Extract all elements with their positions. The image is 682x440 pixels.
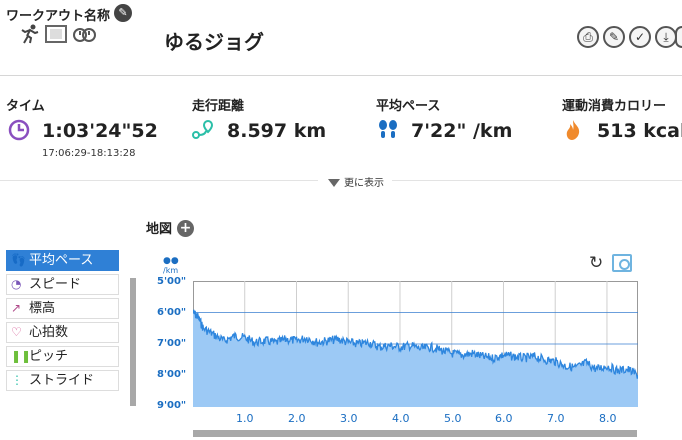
speedometer-icon: ◔: [11, 277, 22, 291]
video-icon: [45, 24, 67, 48]
x-tick-label: 3.0: [340, 412, 358, 425]
stopwatch-icon: [72, 24, 96, 48]
metric-pitch[interactable]: ❚❚ピッチ: [6, 346, 119, 367]
more-divider-left: [0, 180, 318, 181]
x-tick-label: 4.0: [392, 412, 410, 425]
metric-pace[interactable]: 👣 平均ペース: [6, 250, 119, 271]
metric-heart-rate[interactable]: ♡ 心拍数: [6, 322, 119, 343]
reset-zoom-icon[interactable]: ↻: [589, 253, 603, 273]
running-icon: [18, 24, 40, 48]
triangle-down-icon: [328, 179, 340, 187]
pace-value: 7'22" /km: [411, 120, 513, 142]
map-label: 地図: [146, 222, 173, 237]
distance-value: 8.597 km: [227, 120, 327, 142]
metric-stride[interactable]: ⋮ ストライド: [6, 370, 119, 391]
footsteps-icon: 👣: [11, 253, 26, 267]
metric-speed[interactable]: ◔ スピード: [6, 274, 119, 295]
header-divider: [0, 75, 682, 76]
flame-icon: [563, 119, 583, 145]
x-tick-label: 6.0: [495, 412, 513, 425]
workout-name-label: ワークアウト名称: [6, 9, 111, 24]
time-range: 17:06:29-18:13:28: [42, 148, 136, 159]
x-tick-label: 2.0: [288, 412, 306, 425]
check-icon[interactable]: ✓: [629, 26, 651, 48]
y-tick-label: 6'00": [157, 307, 187, 318]
distance-label: 走行距離: [192, 99, 245, 114]
heart-icon: ♡: [11, 325, 22, 339]
time-value: 1:03'24"52: [42, 120, 158, 142]
route-pin-icon: [191, 119, 215, 145]
x-tick-label: 8.0: [599, 412, 617, 425]
more-actions-icon[interactable]: [675, 26, 682, 48]
x-tick-label: 1.0: [236, 412, 254, 425]
footsteps-icon: ●●: [163, 256, 179, 266]
edit-name-pencil-icon[interactable]: ✎: [114, 4, 132, 22]
pace-chart[interactable]: [193, 281, 638, 407]
y-tick-label: 9'00": [157, 400, 187, 411]
x-tick-label: 7.0: [547, 412, 565, 425]
chart-horizontal-scrollbar[interactable]: [193, 430, 637, 437]
print-icon[interactable]: ⎙: [577, 26, 599, 48]
y-unit: ●●/km: [163, 256, 179, 276]
y-tick-label: 7'00": [157, 338, 187, 349]
calories-value: 513 kcal: [597, 120, 682, 142]
edit-icon[interactable]: ✎: [603, 26, 625, 48]
pace-label: 平均ペース: [376, 99, 441, 114]
show-more-toggle[interactable]: 更に表示: [328, 174, 384, 189]
x-tick-label: 5.0: [444, 412, 462, 425]
download-icon[interactable]: ⤓: [655, 26, 677, 48]
show-more-label: 更に表示: [344, 178, 384, 189]
metric-elevation[interactable]: ↗ 標高: [6, 298, 119, 319]
workout-title: ゆるジョグ: [164, 30, 264, 54]
metric-list-scrollbar[interactable]: [130, 278, 136, 406]
zoom-icon[interactable]: [612, 254, 632, 272]
time-label: タイム: [6, 99, 45, 114]
stride-icon: ⋮: [11, 373, 23, 387]
y-tick-label: 5'00": [157, 276, 187, 287]
footsteps-icon: [376, 119, 400, 145]
expand-map-plus-icon[interactable]: +: [177, 220, 194, 237]
more-divider-right: [392, 180, 682, 181]
y-tick-label: 8'00": [157, 369, 187, 380]
pitch-icon: ❚❚: [11, 349, 32, 363]
calories-label: 運動消費カロリー: [562, 99, 667, 114]
clock-icon: [8, 119, 30, 145]
elevation-icon: ↗: [11, 301, 22, 315]
